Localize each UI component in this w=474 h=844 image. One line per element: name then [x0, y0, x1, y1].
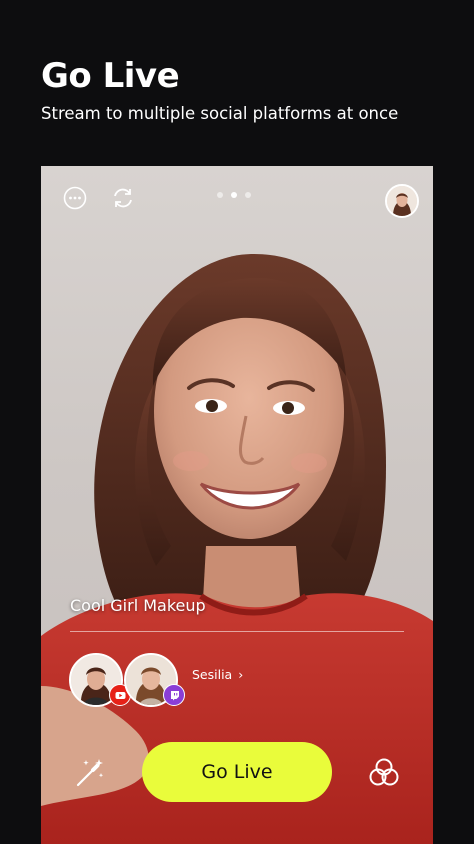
filters-icon[interactable] — [365, 754, 403, 792]
camera-preview: Cool Girl Makeup Sesilia › Go Live — [41, 166, 433, 844]
page-dot-active[interactable] — [231, 192, 237, 198]
page-subtitle: Stream to multiple social platforms at o… — [41, 104, 399, 123]
account-selector[interactable]: Sesilia › — [192, 667, 243, 682]
go-live-screen: Go Live Stream to multiple social platfo… — [0, 0, 474, 844]
page-indicator — [217, 192, 251, 198]
page-dot[interactable] — [217, 192, 223, 198]
account-name: Sesilia — [192, 667, 233, 682]
title-divider — [70, 631, 404, 632]
page-title: Go Live — [41, 56, 180, 96]
go-live-button[interactable]: Go Live — [142, 742, 332, 802]
stream-title[interactable]: Cool Girl Makeup — [70, 596, 206, 615]
twitch-icon — [163, 684, 185, 706]
more-icon[interactable] — [63, 186, 87, 210]
magic-wand-icon[interactable] — [71, 754, 109, 792]
page-dot[interactable] — [245, 192, 251, 198]
chevron-right-icon: › — [238, 667, 244, 682]
profile-avatar[interactable] — [385, 184, 419, 218]
switch-camera-icon[interactable] — [111, 186, 135, 210]
